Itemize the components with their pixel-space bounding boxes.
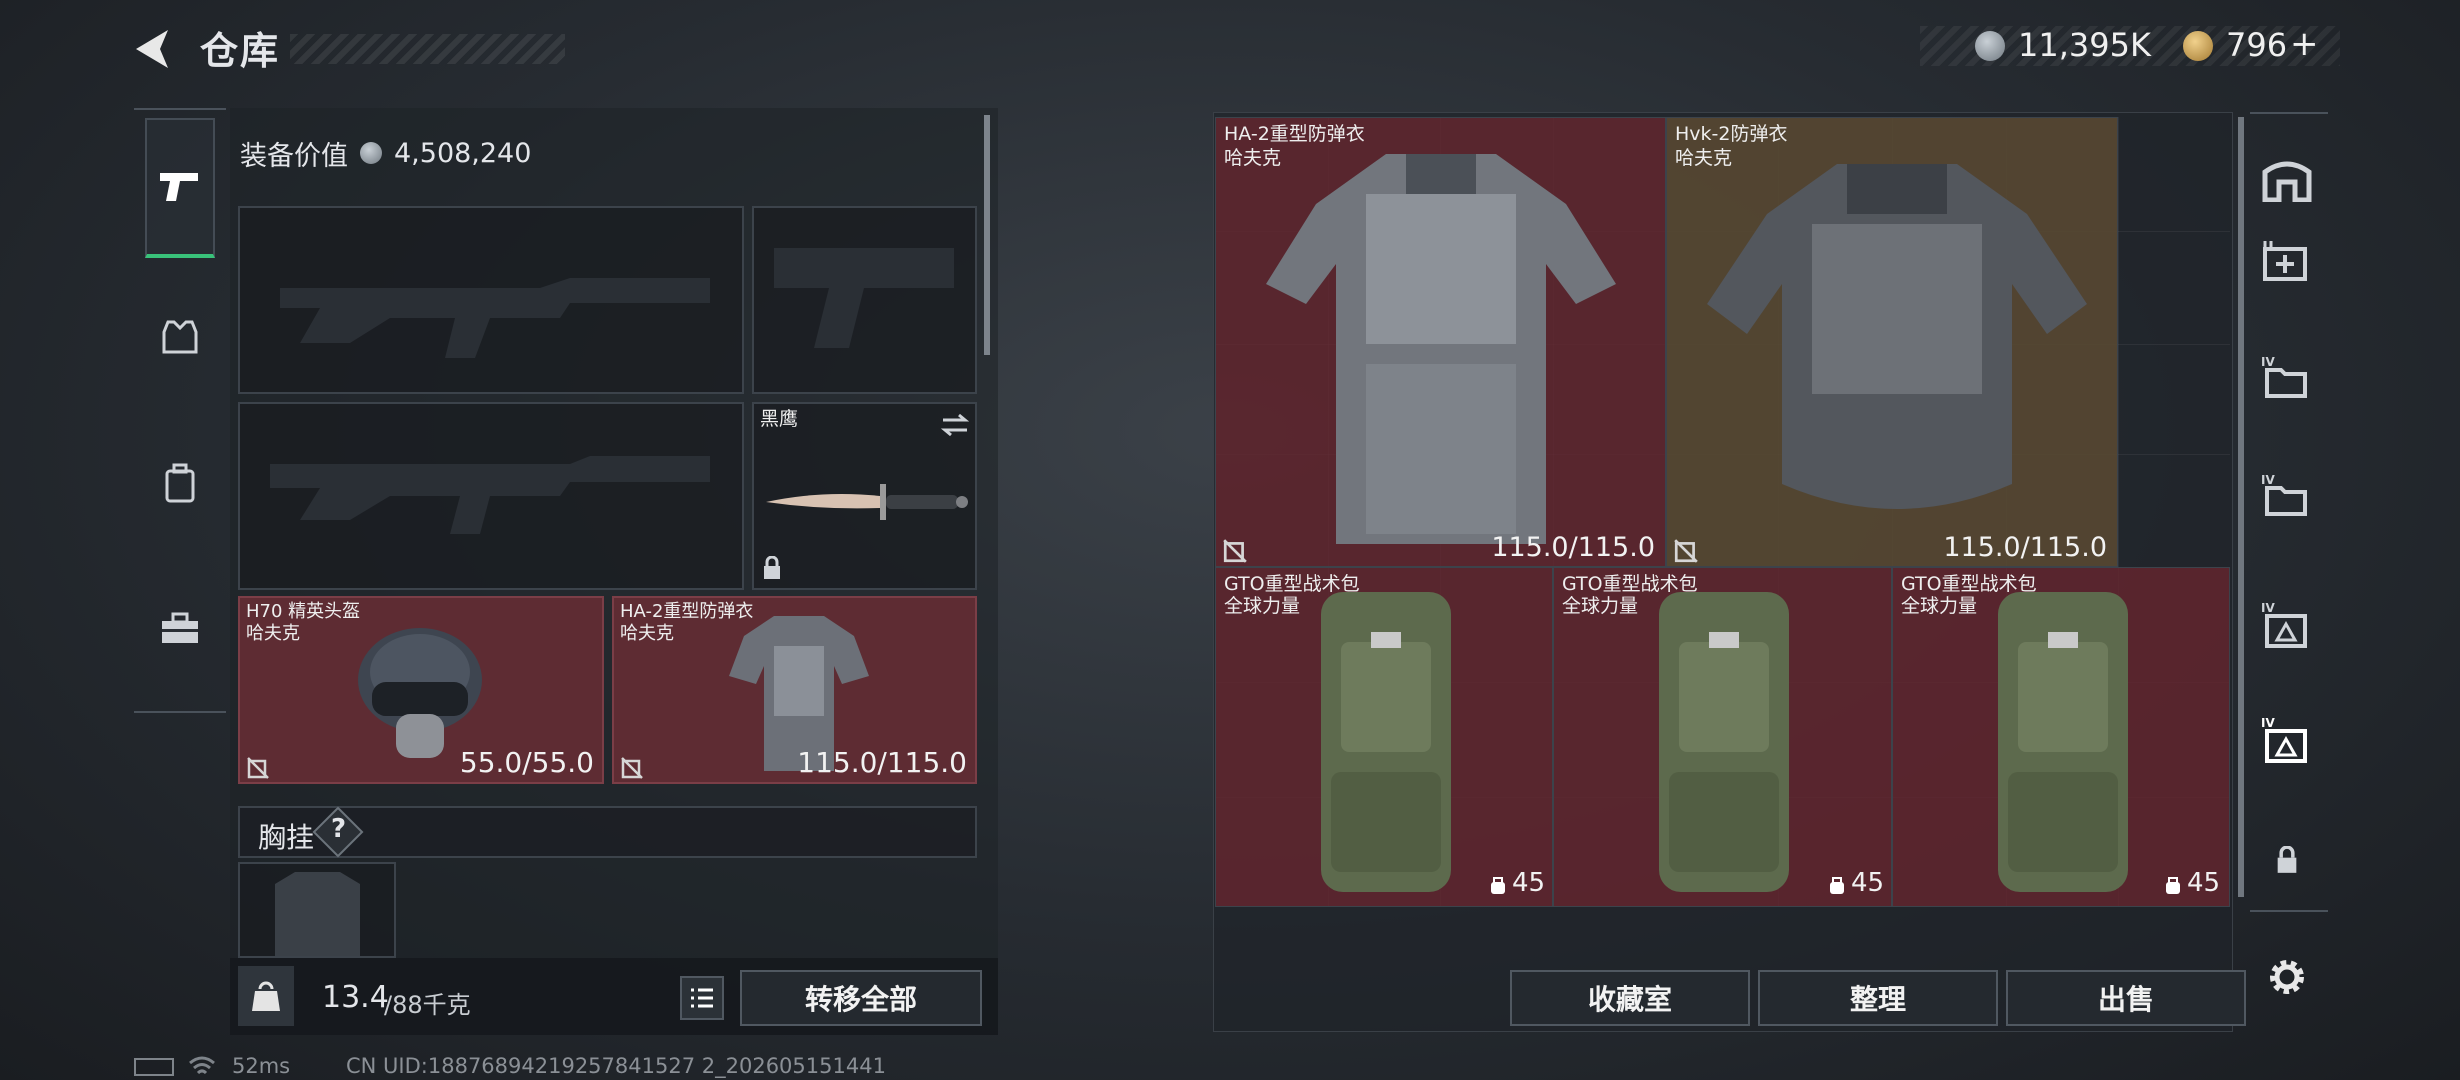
ping-value: 52ms — [232, 1054, 291, 1078]
weight-icon — [252, 981, 280, 1011]
rifle-silhouette-icon — [270, 456, 710, 534]
battery-icon — [134, 1058, 174, 1076]
back-arrow-icon[interactable] — [128, 24, 178, 74]
folder-tab-icon[interactable]: IV — [2252, 342, 2322, 412]
coin-balance: 11,395K — [2018, 26, 2151, 64]
page-title: 仓库 — [200, 29, 281, 73]
no-insurance-icon — [1674, 539, 1698, 563]
tab-gear[interactable] — [145, 302, 215, 372]
item-capacity: 45 — [1512, 868, 1546, 898]
tab-backpack[interactable] — [145, 448, 215, 518]
loadout-scrollbar[interactable] — [984, 115, 990, 355]
equipment-value-amount: 4,508,240 — [394, 137, 532, 169]
item-brand: 全球力量 — [1901, 595, 1978, 617]
item-brand: 全球力量 — [1224, 595, 1301, 617]
pistol-silhouette-icon — [774, 248, 954, 348]
capacity-icon — [1491, 877, 1505, 894]
list-icon — [691, 988, 713, 1008]
svg-text:IV: IV — [2261, 355, 2275, 369]
chest-rig-label: 胸挂 — [258, 821, 315, 854]
helmet-name: H70 精英头盔 — [246, 601, 361, 622]
armor-durability: 115.0/115.0 — [797, 746, 967, 779]
list-view-button[interactable] — [680, 976, 724, 1020]
medical-tab-icon[interactable] — [2252, 225, 2322, 295]
title-decoration — [290, 34, 565, 64]
pistol-slot[interactable] — [752, 206, 977, 394]
stash-item-backpack-gto[interactable]: GTO重型战术包 全球力量 45 — [1215, 567, 1553, 907]
item-durability: 115.0/115.0 — [1491, 532, 1655, 563]
armor-vest-icon — [162, 320, 198, 354]
stash-item-backpack-gto[interactable]: GTO重型战术包 全球力量 45 — [1553, 567, 1892, 907]
armor-brand: 哈夫克 — [620, 623, 674, 644]
top-bar: 仓库 11,395K 796 + — [0, 0, 2460, 100]
rifle-silhouette-icon — [280, 278, 710, 358]
coin-icon — [1975, 31, 2005, 61]
weight-max: /88千克 — [384, 991, 471, 1019]
svg-text:IV: IV — [2261, 716, 2275, 730]
tab-toolbox[interactable] — [145, 594, 215, 664]
no-insurance-icon — [247, 757, 269, 779]
lock-icon — [764, 556, 780, 579]
sell-button[interactable]: 出售 — [2006, 970, 2246, 1026]
equipment-value-label: 装备价值 — [240, 140, 348, 172]
folder-tab-icon[interactable]: IV — [2252, 460, 2322, 530]
knife-name: 黑鹰 — [760, 408, 799, 430]
primary-weapon-slot[interactable] — [238, 206, 744, 394]
chest-rig-slot[interactable] — [238, 862, 396, 958]
capacity-icon — [1830, 877, 1844, 894]
svg-text:IV: IV — [2261, 601, 2275, 615]
helmet-durability: 55.0/55.0 — [459, 746, 594, 779]
wifi-icon — [189, 1056, 215, 1075]
backpack-icon — [1659, 592, 1789, 892]
user-uid: CN UID:18876894219257841527 2_2026051514… — [346, 1054, 886, 1078]
help-icon[interactable]: ? — [331, 814, 346, 844]
item-durability: 115.0/115.0 — [1943, 532, 2107, 563]
lock-icon[interactable] — [2252, 825, 2322, 895]
helmet-brand: 哈夫克 — [246, 623, 300, 644]
recharge-plus-button[interactable]: + — [2290, 24, 2319, 64]
pistol-icon — [160, 173, 198, 201]
melee-slot[interactable]: 黑鹰 — [752, 402, 977, 590]
briefcase-icon — [162, 612, 198, 643]
stash-scrollbar[interactable] — [2238, 117, 2244, 897]
ammo-tab-icon[interactable]: IV — [2252, 590, 2322, 660]
tab-weapons[interactable] — [145, 118, 215, 258]
no-insurance-icon — [1223, 539, 1247, 563]
armor-vest-icon — [1707, 164, 2087, 509]
svg-text:IV: IV — [2261, 473, 2275, 487]
body-armor-slot[interactable]: HA-2重型防弹衣 哈夫克 115.0/115.0 — [612, 596, 977, 784]
equipment-value: 装备价值 4,508,240 — [240, 128, 531, 178]
stash-item-backpack-gto[interactable]: GTO重型战术包 全球力量 45 — [1892, 567, 2230, 907]
item-capacity: 45 — [2187, 868, 2221, 898]
knife-icon — [766, 484, 968, 520]
stash-item-armor-ha2[interactable]: HA-2重型防弹衣 哈夫克 115.0/115.0 — [1215, 117, 1666, 567]
premium-balance: 796 — [2226, 26, 2288, 64]
sort-button[interactable]: 整理 — [1758, 970, 1998, 1026]
armor-vest-icon — [1266, 154, 1616, 544]
weight-current: 13.4 — [322, 980, 389, 1015]
backpack-icon — [165, 463, 195, 503]
item-brand: 全球力量 — [1562, 595, 1639, 617]
collection-room-button[interactable]: 收藏室 — [1510, 970, 1750, 1026]
chest-rig-header: 胸挂 ? — [238, 806, 977, 858]
transfer-all-button[interactable]: 转移全部 — [740, 970, 982, 1026]
stash-item-armor-hvk2[interactable]: Hvk-2防弹衣 哈夫克 115.0/115.0 — [1666, 117, 2118, 567]
settings-gear-icon[interactable] — [2252, 942, 2322, 1012]
backpack-icon — [1998, 592, 2128, 892]
home-tab-icon[interactable] — [2252, 145, 2322, 215]
ammo-tab-active-icon[interactable]: IV — [2252, 705, 2322, 775]
swap-icon[interactable] — [940, 412, 970, 438]
premium-currency-icon — [2183, 31, 2213, 61]
item-capacity: 45 — [1851, 868, 1885, 898]
secondary-weapon-slot[interactable] — [238, 402, 744, 590]
backpack-icon — [1321, 592, 1451, 892]
no-insurance-icon — [621, 757, 643, 779]
weight-icon-box — [238, 966, 294, 1026]
coin-icon — [360, 142, 382, 164]
chest-rig-silhouette-icon — [275, 872, 360, 956]
capacity-icon — [2166, 877, 2180, 894]
helmet-slot[interactable]: H70 精英头盔 哈夫克 55.0/55.0 — [238, 596, 604, 784]
